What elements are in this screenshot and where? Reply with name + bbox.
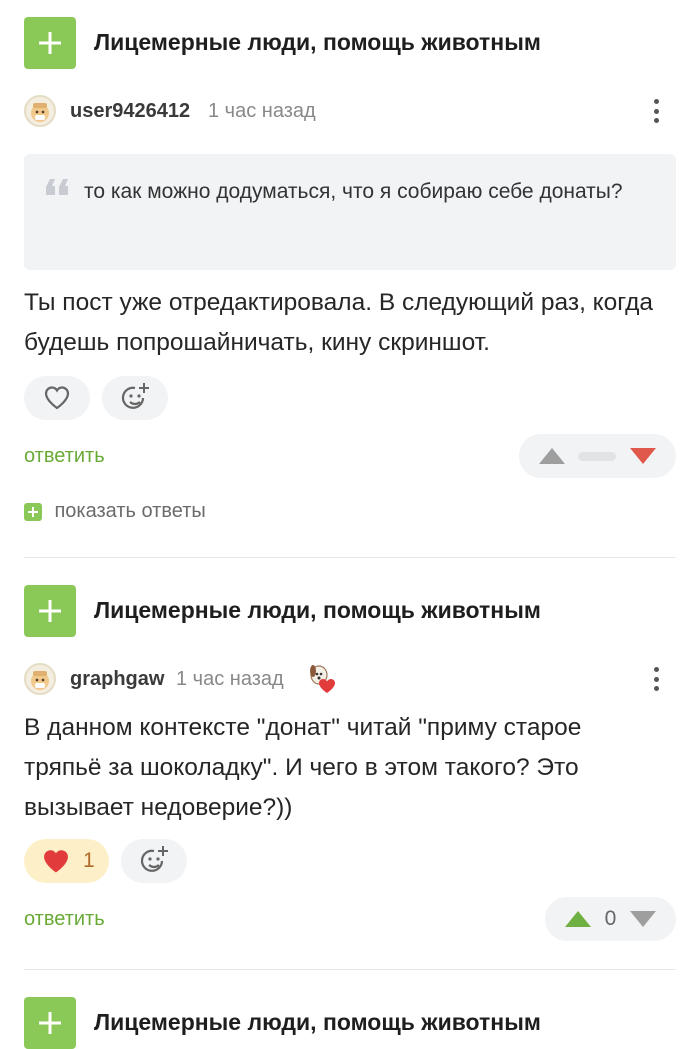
avatar-icon (31, 671, 49, 690)
username[interactable]: graphgaw (70, 668, 164, 691)
like-button[interactable]: 1 (24, 839, 109, 883)
plus-icon (39, 600, 61, 622)
show-replies-button[interactable]: показать ответы (24, 500, 206, 523)
post-plus-button[interactable] (24, 17, 76, 69)
emoji-add-icon (140, 846, 168, 872)
avatar-icon (31, 103, 49, 122)
post-plus-button[interactable] (24, 585, 76, 637)
comment-time: 1 час назад (208, 100, 316, 122)
add-reaction-button[interactable] (102, 376, 168, 420)
plus-icon (39, 32, 61, 54)
quote-block (24, 154, 676, 270)
dog-heart-badge-icon (306, 662, 338, 701)
like-button[interactable] (24, 376, 90, 420)
comment-text: Ты пост уже отредактировала. В следующий… (24, 289, 654, 356)
divider (24, 557, 676, 558)
more-vertical-icon[interactable] (644, 95, 668, 127)
rating-neutral-bar (578, 451, 617, 461)
plus-icon (24, 502, 42, 521)
heart-icon (44, 386, 70, 410)
heart-icon (44, 849, 68, 872)
plus-icon (39, 1012, 61, 1034)
like-count: 1 (83, 849, 95, 872)
triangle-up-icon[interactable] (537, 446, 567, 466)
avatar[interactable] (24, 663, 56, 695)
show-replies-label: показать ответы (54, 500, 206, 522)
divider (24, 969, 676, 970)
reply-link[interactable]: ответить (24, 445, 105, 468)
post-title[interactable]: Лицемерные люди, помощь животным (94, 29, 541, 56)
rating-control (519, 434, 676, 478)
comment-text: В данном контексте "донат" читай "приму … (24, 714, 582, 821)
rating-value: 0 (604, 907, 617, 930)
add-reaction-button[interactable] (121, 839, 187, 883)
post-title[interactable]: Лицемерные люди, помощь животным (94, 597, 541, 624)
username[interactable]: user9426412 (70, 100, 190, 123)
triangle-down-icon[interactable] (628, 909, 658, 929)
rating-control: 0 (545, 897, 676, 941)
emoji-add-icon (121, 383, 149, 409)
post-plus-button[interactable] (24, 997, 76, 1049)
avatar[interactable] (24, 95, 56, 127)
more-vertical-icon[interactable] (644, 663, 668, 695)
comment-time: 1 час назад (176, 668, 284, 690)
post-title[interactable]: Лицемерные люди, помощь животным (94, 1009, 541, 1036)
triangle-up-icon[interactable] (563, 909, 593, 929)
reply-link[interactable]: ответить (24, 908, 105, 931)
quote-icon (44, 177, 72, 202)
triangle-down-icon[interactable] (628, 446, 658, 466)
quote-text: то как можно додуматься, что я собираю с… (84, 180, 623, 203)
